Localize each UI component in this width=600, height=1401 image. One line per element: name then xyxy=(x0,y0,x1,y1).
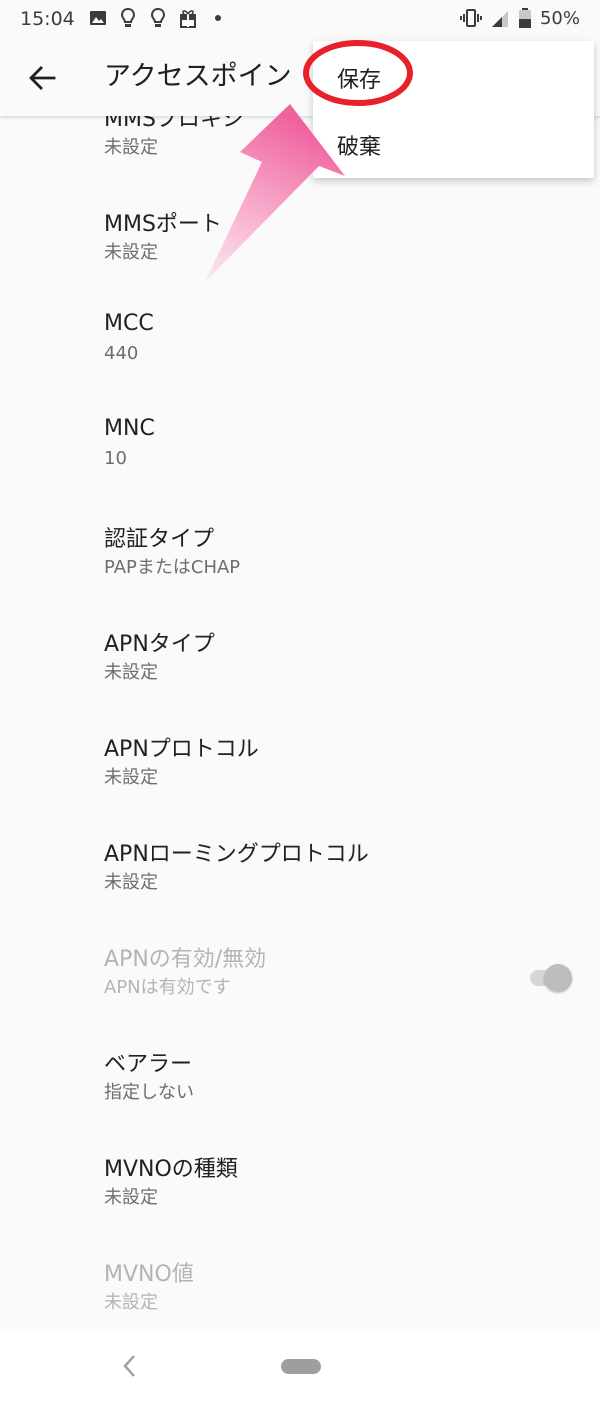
battery-icon xyxy=(518,8,531,28)
list-item-title: MMSポート xyxy=(104,212,222,237)
image-icon xyxy=(90,11,106,25)
list-item-summary: 10 xyxy=(104,448,127,469)
menu-item-discard[interactable]: 破棄 xyxy=(337,129,381,161)
list-item-title: MCC xyxy=(104,311,154,336)
apn-settings-list-content: MMSプロキシ 未設定 MMSポート 未設定 MCC 440 MNC 10 認証タイプ PAPまた… xyxy=(0,116,600,1331)
gift-icon xyxy=(180,10,196,28)
system-icons: 50% xyxy=(459,7,580,29)
list-item-summary: 未設定 xyxy=(104,872,158,893)
apn-enable-toggle[interactable] xyxy=(528,963,572,992)
apn-edit-screen: 15:04 50% アクセスポイン MMSプロキシ 未設定 MMSポート 未設定… xyxy=(0,0,600,1401)
signal-icon xyxy=(491,11,508,27)
list-item: APNの有効/無効 APNは有効です xyxy=(0,923,600,1028)
menu-item-save[interactable]: 保存 xyxy=(337,62,381,94)
list-item-summary: 未設定 xyxy=(104,767,158,788)
list-item-summary: 未設定 xyxy=(104,1187,158,1208)
list-item[interactable]: MMSポート未設定 xyxy=(0,188,600,293)
list-item-title: APNの有効/無効 xyxy=(104,947,267,972)
list-item-title: MMSプロキシ xyxy=(104,116,244,132)
lightbulb-icon xyxy=(120,7,136,27)
list-item[interactable]: MNC 10 xyxy=(0,398,600,503)
status-bar: 15:04 50% xyxy=(0,0,600,38)
list-item[interactable]: MVNOの種類未設定 xyxy=(0,1133,600,1238)
list-item[interactable]: 認証タイプ PAPまたはCHAP xyxy=(0,503,600,608)
notification-icons xyxy=(88,7,228,29)
list-item-summary: 440 xyxy=(104,343,139,364)
list-item[interactable]: APNローミングプロトコル未設定 xyxy=(0,818,600,923)
list-item-title: MVNO値 xyxy=(104,1262,194,1287)
list-item-summary: 指定しない xyxy=(104,1082,194,1103)
vibrate-icon xyxy=(459,9,482,27)
list-item-title: APNプロトコル xyxy=(104,737,259,762)
overflow-menu: 保存 破棄 xyxy=(313,41,594,178)
dot-icon xyxy=(215,15,221,21)
list-item-title: ベアラー xyxy=(104,1052,193,1077)
list-item[interactable]: APNタイプ未設定 xyxy=(0,608,600,713)
list-item-summary: 未設定 xyxy=(104,1292,158,1313)
list-item[interactable]: ベアラー 指定しない xyxy=(0,1028,600,1133)
list-item: MVNO値未設定 xyxy=(0,1238,600,1331)
navigation-bar xyxy=(0,1331,600,1401)
back-button[interactable] xyxy=(22,58,62,98)
list-item-title: APNタイプ xyxy=(104,632,215,657)
list-item-title: APNローミングプロトコル xyxy=(104,842,369,867)
battery-percentage: 50% xyxy=(539,7,580,29)
list-item-summary: PAPまたはCHAP xyxy=(104,557,241,578)
list-item-summary: APNは有効です xyxy=(104,977,231,998)
list-item-summary: 未設定 xyxy=(104,662,158,683)
list-item-title: MNC xyxy=(104,416,155,441)
nav-home-pill[interactable] xyxy=(281,1359,321,1374)
toggle-thumb xyxy=(544,964,572,992)
apn-settings-list[interactable]: MMSプロキシ 未設定 MMSポート 未設定 MCC 440 MNC 10 認証タイプ PAPまた… xyxy=(0,116,600,1331)
list-item-summary: 未設定 xyxy=(104,242,158,263)
list-item-title: 認証タイプ xyxy=(104,527,215,552)
arrow-left-icon xyxy=(29,66,56,90)
list-item-summary: 未設定 xyxy=(104,137,158,158)
page-title: アクセスポイン xyxy=(104,61,292,92)
lightbulb-icon xyxy=(150,7,166,27)
list-item-title: MVNOの種類 xyxy=(104,1157,238,1182)
list-item[interactable]: MCC 440 xyxy=(0,293,600,398)
status-time: 15:04 xyxy=(20,8,75,30)
nav-back-icon[interactable] xyxy=(118,1353,142,1379)
list-item[interactable]: APNプロトコル未設定 xyxy=(0,713,600,818)
